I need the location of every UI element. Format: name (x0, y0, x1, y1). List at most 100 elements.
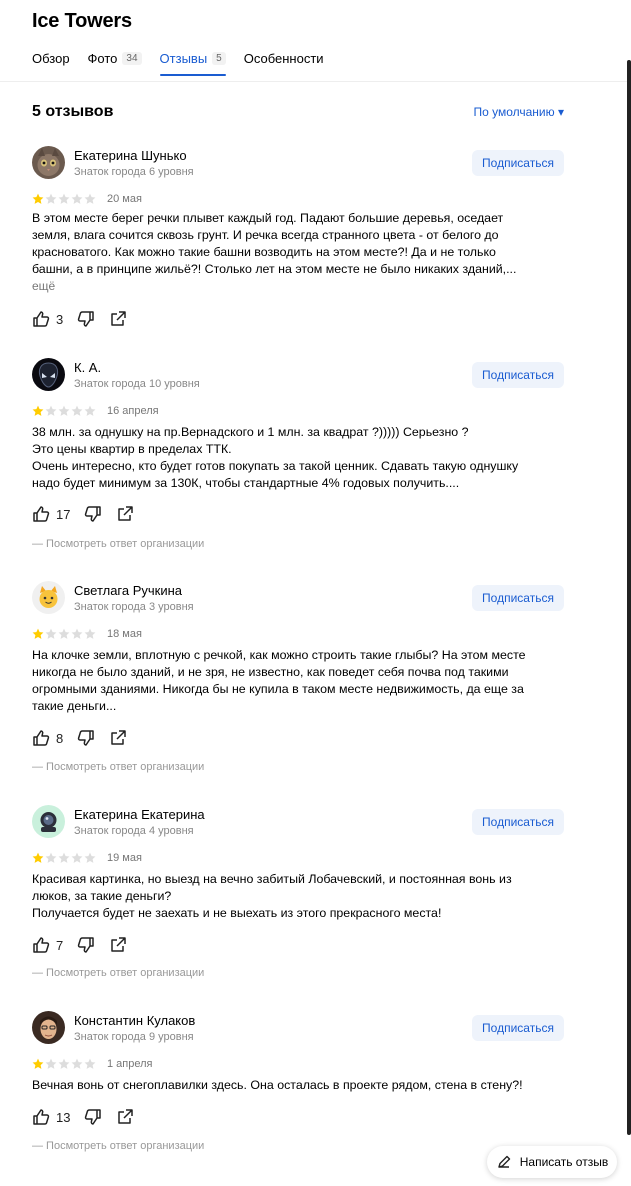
review-item: Екатерина Екатерина Знаток города 4 уров… (32, 805, 564, 985)
rating-row: 18 мая (32, 628, 142, 640)
share-button[interactable] (109, 729, 127, 747)
dislike-button[interactable] (77, 310, 95, 328)
subscribe-button[interactable]: Подписаться (472, 150, 564, 176)
rating-stars (32, 628, 96, 640)
tab-features[interactable]: Особенности (244, 49, 324, 67)
reviews-count: 5 отзывов (32, 103, 114, 120)
thumbs-up-icon (33, 730, 50, 746)
thumbs-up-icon (33, 506, 50, 522)
rating-row: 16 апреля (32, 405, 159, 417)
tab-overview[interactable]: Обзор (32, 49, 70, 67)
share-icon (111, 311, 126, 326)
star-empty-icon (84, 193, 96, 204)
review-item: Светлага Ручкина Знаток города 3 уровня … (32, 581, 564, 781)
star-empty-icon (58, 628, 70, 639)
thumbs-up-icon (33, 311, 50, 327)
thumbs-down-icon (85, 1109, 102, 1125)
star-empty-icon (45, 628, 57, 639)
sort-dropdown[interactable]: По умолчанию ▾ (473, 105, 564, 119)
share-button[interactable] (116, 505, 134, 523)
review-text-line: башни, а в принципе жильё?! Столько лет … (32, 262, 517, 276)
org-reply-link[interactable]: — Посмотреть ответ организации (32, 1140, 204, 1152)
dislike-button[interactable] (84, 1108, 102, 1126)
share-button[interactable] (109, 310, 127, 328)
star-filled-icon (32, 193, 44, 204)
share-icon (118, 1109, 134, 1124)
review-date: 16 апреля (107, 405, 159, 417)
star-empty-icon (58, 852, 70, 863)
share-icon (111, 730, 126, 745)
review-text-line: Красивая картинка, но выезд на вечно заб… (32, 872, 512, 886)
review-text-line: Это цены квартир в пределах ТТК. (32, 442, 232, 456)
author-name[interactable]: Константин Кулаков (74, 1013, 195, 1028)
star-empty-icon (58, 405, 70, 416)
review-text-line: Получается будет не заехать и не выехать… (32, 906, 442, 920)
read-more-link[interactable]: ещё (32, 278, 564, 295)
dislike-button[interactable] (84, 505, 102, 523)
cat-photo-avatar[interactable] (32, 146, 65, 179)
like-count: 7 (56, 937, 64, 953)
write-review-button[interactable]: Написать отзыв (487, 1146, 617, 1178)
alien-avatar[interactable] (32, 358, 65, 391)
review-text-line: люков, за такие деньги? (32, 889, 172, 903)
rating-stars (32, 1058, 96, 1070)
write-review-label: Написать отзыв (519, 1155, 609, 1169)
subscribe-button[interactable]: Подписаться (472, 585, 564, 611)
org-reply-link[interactable]: — Посмотреть ответ организации (32, 761, 204, 773)
like-button[interactable]: 7 (32, 936, 63, 954)
review-date: 19 мая (107, 852, 142, 864)
like-button[interactable]: 17 (32, 505, 70, 523)
author-level: Знаток города 4 уровня (74, 825, 194, 837)
astronaut-avatar[interactable] (32, 805, 65, 838)
review-text-line: надо будет минимум за 130К, чтобы станда… (32, 476, 460, 490)
subscribe-button[interactable]: Подписаться (472, 1015, 564, 1041)
scrollbar[interactable] (627, 60, 631, 1135)
review-actions: 8 (32, 729, 141, 747)
star-empty-icon (71, 628, 83, 639)
thumbs-down-icon (78, 311, 94, 327)
org-reply-link[interactable]: — Посмотреть ответ организации (32, 967, 204, 979)
reviews-header: 5 отзывов По умолчанию ▾ (32, 103, 564, 121)
org-reply-link[interactable]: — Посмотреть ответ организации (32, 538, 204, 550)
thumbs-down-icon (85, 506, 102, 522)
review-text-line: 38 млн. за однушку на пр.Вернадского и 1… (32, 425, 469, 439)
star-filled-icon (32, 628, 44, 639)
review-actions: 7 (32, 936, 141, 954)
star-empty-icon (45, 852, 57, 863)
author-name[interactable]: Светлага Ручкина (74, 583, 182, 598)
author-name[interactable]: К. А. (74, 360, 101, 375)
star-empty-icon (84, 852, 96, 863)
review-text: Красивая картинка, но выезд на вечно заб… (32, 871, 564, 922)
rating-row: 20 мая (32, 193, 142, 205)
rating-stars (32, 852, 96, 864)
like-button[interactable]: 8 (32, 729, 63, 747)
cat-emoji-avatar[interactable] (32, 581, 65, 614)
tab-count-badge: 34 (122, 51, 142, 65)
star-empty-icon (84, 405, 96, 416)
dislike-button[interactable] (77, 729, 95, 747)
like-button[interactable]: 3 (32, 310, 63, 328)
dislike-button[interactable] (77, 936, 95, 954)
star-empty-icon (71, 1058, 83, 1069)
tab-reviews[interactable]: Отзывы 5 (159, 49, 226, 76)
subscribe-button[interactable]: Подписаться (472, 362, 564, 388)
rating-stars (32, 405, 96, 417)
person-photo-avatar[interactable] (32, 1011, 65, 1044)
share-button[interactable] (116, 1108, 134, 1126)
share-button[interactable] (109, 936, 127, 954)
review-item: К. А. Знаток города 10 уровня Подписатьс… (32, 358, 564, 558)
star-empty-icon (58, 1058, 70, 1069)
author-name[interactable]: Екатерина Екатерина (74, 807, 205, 822)
like-button[interactable]: 13 (32, 1108, 70, 1126)
like-count: 17 (56, 506, 71, 522)
tab-photos[interactable]: Фото 34 (88, 49, 142, 67)
thumbs-up-icon (33, 937, 50, 953)
review-text-line: Очень интересно, кто будет готов покупат… (32, 459, 519, 473)
star-filled-icon (32, 852, 44, 863)
tab-label: Отзывы (159, 50, 208, 66)
review-text-line: На клочке земли, вплотную с речкой, как … (32, 648, 526, 662)
star-filled-icon (32, 1058, 44, 1069)
thumbs-down-icon (78, 730, 94, 746)
subscribe-button[interactable]: Подписаться (472, 809, 564, 835)
author-name[interactable]: Екатерина Шунько (74, 148, 187, 163)
